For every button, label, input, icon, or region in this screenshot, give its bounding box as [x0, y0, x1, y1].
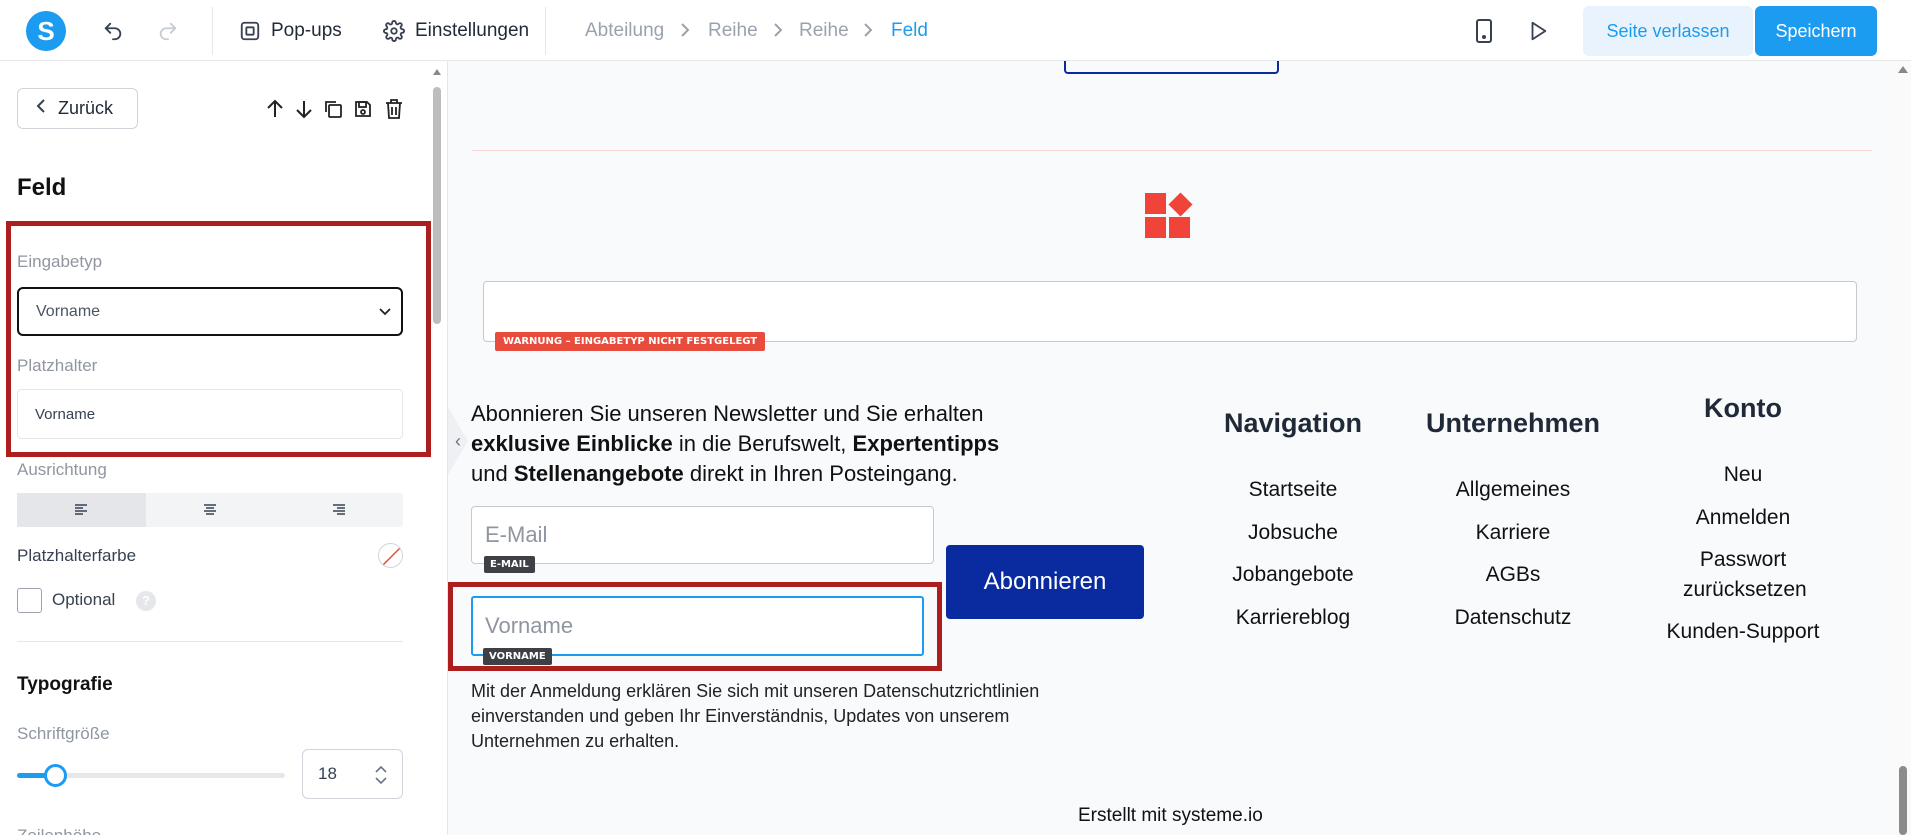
settings-sidebar: Zurück Feld Eingabetyp Vorname Platzhalt…	[0, 61, 448, 835]
align-center-icon[interactable]	[146, 493, 275, 527]
undo-icon[interactable]	[100, 18, 126, 44]
floppy-icon[interactable]	[351, 97, 375, 121]
scrollbar-thumb[interactable]	[433, 87, 441, 324]
footer-link[interactable]: Passwort zurücksetzen	[1683, 545, 1807, 605]
divider	[17, 641, 403, 642]
footer-link[interactable]: Jobangebote	[1208, 560, 1378, 590]
chevron-right-icon	[681, 23, 690, 37]
play-icon[interactable]	[1525, 18, 1551, 44]
back-label: Zurück	[58, 98, 114, 118]
sidebar-scrollbar[interactable]	[431, 69, 443, 835]
footer-link[interactable]: Jobsuche	[1208, 518, 1378, 548]
align-left-icon[interactable]	[17, 493, 146, 527]
align-right-icon[interactable]	[274, 493, 403, 527]
arrow-up-icon[interactable]	[263, 97, 287, 121]
footer-credit: Erstellt mit systeme.io	[1078, 805, 1263, 826]
help-icon[interactable]: ?	[136, 591, 156, 611]
footer-link[interactable]: Kunden-Support	[1648, 617, 1838, 647]
consent-text: Mit der Anmeldung erklären Sie sich mit …	[471, 681, 1040, 751]
arrow-down-icon[interactable]	[292, 97, 316, 121]
email-tag: E-MAIL	[484, 556, 535, 573]
warning-badge: WARNUNG – EINGABETYP NICHT FESTGELEGT	[495, 332, 766, 351]
button-outline[interactable]	[1064, 61, 1279, 74]
footer-link[interactable]: Datenschutz	[1408, 603, 1618, 633]
footer-link[interactable]: Anmelden	[1648, 503, 1838, 533]
footer-nav-heading: Navigation	[1223, 408, 1363, 438]
gear-icon	[383, 20, 405, 42]
settings-button[interactable]: Einstellungen	[383, 16, 529, 46]
breadcrumb-item[interactable]: Reihe	[799, 20, 849, 42]
chevron-right-icon	[774, 23, 783, 37]
scroll-up-icon[interactable]	[1898, 66, 1908, 73]
brand-logo-icon	[1145, 192, 1193, 238]
collapse-sidebar-tab[interactable]: ‹	[448, 407, 468, 475]
footer-company-heading: Unternehmen	[1425, 408, 1601, 438]
popups-label: Pop-ups	[271, 20, 342, 41]
chevron-left-icon	[36, 98, 46, 119]
canvas-scrollbar[interactable]	[1895, 61, 1911, 835]
font-size-label: Schriftgröße	[17, 724, 110, 743]
email-field[interactable]: E-Mail	[471, 506, 934, 564]
slider-handle[interactable]	[44, 764, 67, 787]
typography-title: Typografie	[17, 674, 113, 695]
footer-link[interactable]: Neu	[1648, 460, 1838, 490]
back-button[interactable]: Zurück	[17, 88, 138, 129]
popups-button[interactable]: Pop-ups	[239, 16, 342, 46]
text-part: direkt in Ihren Posteingang.	[683, 461, 958, 486]
mobile-icon[interactable]	[1471, 18, 1497, 44]
text-part: und	[471, 461, 514, 486]
font-size-value: 18	[318, 764, 337, 783]
footer-link[interactable]: AGBs	[1408, 560, 1618, 590]
breadcrumb-item[interactable]: Reihe	[708, 20, 758, 42]
leave-page-button[interactable]: Seite verlassen	[1583, 6, 1753, 56]
popup-icon	[240, 21, 260, 41]
settings-label: Einstellungen	[415, 20, 530, 41]
optional-checkbox[interactable]	[17, 588, 42, 613]
highlight-box	[448, 582, 942, 671]
text-part-bold: Stellenangebote	[513, 461, 684, 486]
systeme-logo[interactable]: S	[26, 11, 66, 51]
footer-link[interactable]: Startseite	[1208, 475, 1378, 505]
chevron-left-icon: ‹	[455, 431, 461, 451]
font-size-slider[interactable]	[17, 764, 285, 787]
page-canvas: WARNUNG – EINGABETYP NICHT FESTGELEGT ‹ …	[448, 61, 1911, 835]
optional-label: Optional	[52, 590, 116, 609]
alignment-toggle	[17, 493, 403, 527]
text-part: in die Berufswelt,	[672, 431, 853, 456]
breadcrumb-item[interactable]: Abteilung	[585, 20, 664, 42]
footer-link[interactable]: Allgemeines	[1408, 475, 1618, 505]
alignment-label: Ausrichtung	[17, 460, 107, 479]
scrollbar-thumb[interactable]	[1899, 766, 1907, 835]
stepper-arrows-icon[interactable]	[374, 764, 388, 791]
text-part-bold: Expertentipps	[852, 431, 1000, 456]
trash-icon[interactable]	[382, 97, 406, 121]
highlight-box	[6, 221, 431, 457]
footer-link[interactable]: Karriereblog	[1208, 603, 1378, 633]
divider-line	[472, 150, 1872, 151]
top-toolbar: S Pop-ups Einstellungen Abteilung Reihe …	[0, 0, 1911, 61]
placeholder-color-label: Platzhalterfarbe	[17, 546, 137, 565]
footer-link[interactable]: Karriere	[1408, 518, 1618, 548]
subscribe-button[interactable]: Abonnieren	[946, 545, 1144, 619]
footer-account-heading: Konto	[1704, 393, 1782, 423]
text-part-bold: exklusive Einblicke	[471, 431, 673, 456]
text-part: Abonnieren Sie unseren Newsletter und Si…	[471, 401, 984, 426]
no-color-icon[interactable]	[378, 543, 403, 568]
line-height-label: Zeilenhöhe	[17, 826, 101, 835]
breadcrumb-current: Feld	[891, 20, 928, 41]
copy-icon[interactable]	[321, 97, 345, 121]
chevron-right-icon	[864, 23, 873, 37]
save-button[interactable]: Speichern	[1755, 6, 1877, 56]
newsletter-text: Abonnieren Sie unseren Newsletter und Si…	[471, 399, 1031, 489]
panel-title: Feld	[17, 174, 67, 201]
font-size-input[interactable]: 18	[302, 749, 403, 799]
redo-icon[interactable]	[155, 18, 181, 44]
